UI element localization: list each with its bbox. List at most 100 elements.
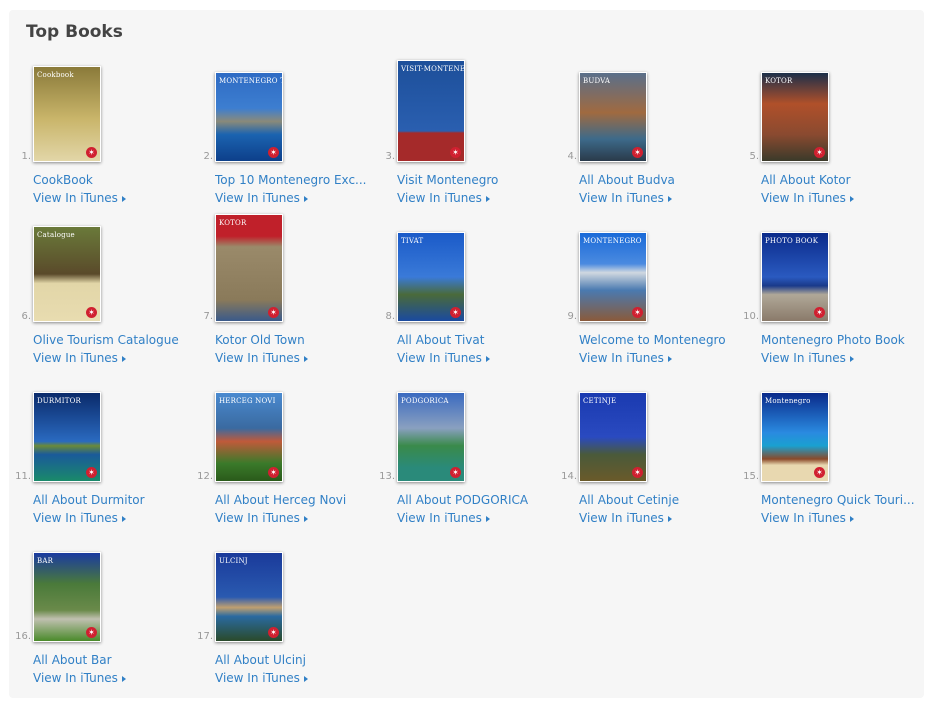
book-cover[interactable]: Montenegro ✶ (761, 392, 829, 482)
book-title-link[interactable]: All About Durmitor (33, 493, 215, 507)
view-in-itunes-link[interactable]: View In iTunes (33, 351, 126, 365)
view-in-itunes-link[interactable]: View In iTunes (33, 511, 126, 525)
book-title-link[interactable]: All About Tivat (397, 333, 579, 347)
view-in-itunes-link[interactable]: View In iTunes (215, 191, 308, 205)
cover-title: Montenegro (765, 397, 811, 405)
view-in-itunes-link[interactable]: View In iTunes (397, 351, 490, 365)
arrow-right-icon (667, 355, 672, 362)
book-cover[interactable]: BAR ✶ (33, 552, 101, 642)
book-item[interactable]: 3.VISIT-MONTENEGRO✶Visit MontenegroView … (373, 57, 555, 207)
artwork-row: 10. PHOTO BOOK ✶ (737, 222, 919, 322)
book-title-link[interactable]: Visit Montenegro (397, 173, 579, 187)
artwork-row: 13. PODGORICA ✶ (373, 382, 555, 482)
view-in-itunes-link[interactable]: View In iTunes (761, 511, 854, 525)
view-in-itunes-label: View In iTunes (33, 671, 118, 685)
artwork-row: 16. BAR ✶ (9, 542, 191, 642)
book-title-link[interactable]: CookBook (33, 173, 215, 187)
book-title-link[interactable]: Top 10 Montenegro Exc... (215, 173, 397, 187)
view-in-itunes-link[interactable]: View In iTunes (33, 671, 126, 685)
book-item[interactable]: 4. BUDVA ✶ All About Budva View In iTunes (555, 57, 737, 207)
star-logo-icon: ✶ (632, 147, 643, 158)
book-item[interactable]: 14. CETINJE ✶ All About Cetinje View In iTun… (555, 377, 737, 527)
view-in-itunes-link[interactable]: View In iTunes (579, 351, 672, 365)
book-item[interactable]: 11. DURMITOR ✶ All About Durmitor View In iT… (9, 377, 191, 527)
book-item[interactable]: 1. Cookbook ✶ CookBook View In iTunes (9, 57, 191, 207)
view-in-itunes-label: View In iTunes (761, 191, 846, 205)
book-cover[interactable]: PODGORICA ✶ (397, 392, 465, 482)
star-logo-icon: ✶ (268, 627, 279, 638)
view-in-itunes-link[interactable]: View In iTunes (761, 191, 854, 205)
book-item[interactable]: 9. MONTENEGRO ✶ Welcome to Montenegro View I… (555, 217, 737, 367)
view-in-itunes-link[interactable]: View In iTunes (761, 351, 854, 365)
book-item[interactable]: 5. KOTOR ✶ All About Kotor View In iTunes (737, 57, 919, 207)
section-title: Top Books (26, 22, 123, 42)
view-in-itunes-link[interactable]: View In iTunes (215, 351, 308, 365)
book-title-link[interactable]: All About Bar (33, 653, 215, 667)
star-logo-icon: ✶ (268, 307, 279, 318)
book-title-link[interactable]: Olive Tourism Catalogue (33, 333, 215, 347)
cover-title: TIVAT (401, 237, 424, 245)
book-cover[interactable]: VISIT-MONTENEGRO ✶ (397, 60, 465, 162)
book-cover[interactable]: CETINJE ✶ (579, 392, 647, 482)
book-item[interactable]: 15. Montenegro ✶ Montenegro Quick Touri... V… (737, 377, 919, 527)
view-in-itunes-link[interactable]: View In iTunes (33, 191, 126, 205)
book-item[interactable]: 8. TIVAT ✶ All About Tivat View In iTunes (373, 217, 555, 367)
book-item[interactable]: 16. BAR ✶ All About Bar View In iTunes (9, 537, 191, 687)
book-cover[interactable]: Cookbook ✶ (33, 66, 101, 162)
book-title-link[interactable]: Montenegro Quick Touri... (761, 493, 934, 507)
star-logo-icon: ✶ (814, 147, 825, 158)
book-item[interactable]: 7. KOTOR ✶ Kotor Old Town View In iTunes (191, 214, 373, 367)
book-cover[interactable]: PHOTO BOOK ✶ (761, 232, 829, 322)
artwork-row: 5. KOTOR ✶ (737, 62, 919, 162)
star-logo-icon: ✶ (268, 147, 279, 158)
view-in-itunes-link[interactable]: View In iTunes (215, 671, 308, 685)
view-in-itunes-link[interactable]: View In iTunes (579, 191, 672, 205)
rank-number: 13. (379, 471, 395, 482)
book-item[interactable]: 6. Catalogue ✶ Olive Tourism Catalogue View … (9, 217, 191, 367)
book-title-link[interactable]: All About Cetinje (579, 493, 761, 507)
artwork-row: 8. TIVAT ✶ (373, 222, 555, 322)
book-item[interactable]: 13. PODGORICA ✶ All About PODGORICA View In … (373, 377, 555, 527)
book-item[interactable]: 2.MONTENEGRO Top 10 Excursions✶Top 10 Mo… (191, 57, 373, 207)
arrow-right-icon (485, 515, 490, 522)
book-cover[interactable]: TIVAT ✶ (397, 232, 465, 322)
book-cover[interactable]: BUDVA ✶ (579, 72, 647, 162)
cover-title: BUDVA (583, 77, 611, 85)
book-cover[interactable]: MONTENEGRO Top 10 Excursions ✶ (215, 72, 283, 162)
book-cover[interactable]: HERCEG NOVI ✶ (215, 392, 283, 482)
book-cover[interactable]: MONTENEGRO ✶ (579, 232, 647, 322)
book-cover[interactable]: ULCINJ ✶ (215, 552, 283, 642)
book-title-link[interactable]: Kotor Old Town (215, 333, 397, 347)
book-title-link[interactable]: All About Budva (579, 173, 761, 187)
book-cover[interactable]: Catalogue ✶ (33, 226, 101, 322)
view-in-itunes-link[interactable]: View In iTunes (215, 511, 308, 525)
cover-title: KOTOR (219, 219, 247, 227)
book-title-link[interactable]: All About PODGORICA (397, 493, 579, 507)
view-in-itunes-link[interactable]: View In iTunes (579, 511, 672, 525)
book-cover[interactable]: DURMITOR ✶ (33, 392, 101, 482)
star-logo-icon: ✶ (450, 467, 461, 478)
book-title-link[interactable]: All About Kotor (761, 173, 934, 187)
rank-number: 11. (15, 471, 31, 482)
view-in-itunes-label: View In iTunes (33, 351, 118, 365)
artwork-row: 9. MONTENEGRO ✶ (555, 222, 737, 322)
book-title-link[interactable]: All About Ulcinj (215, 653, 397, 667)
arrow-right-icon (121, 195, 126, 202)
book-title-link[interactable]: Montenegro Photo Book (761, 333, 934, 347)
view-in-itunes-link[interactable]: View In iTunes (397, 191, 490, 205)
cover-title: PHOTO BOOK (765, 237, 819, 245)
top-books-panel: Top Books 1. Cookbook ✶ CookBook View In iTu… (9, 10, 924, 698)
book-title-link[interactable]: All About Herceg Novi (215, 493, 397, 507)
rank-number: 3. (385, 151, 395, 162)
view-in-itunes-label: View In iTunes (761, 511, 846, 525)
star-logo-icon: ✶ (86, 147, 97, 158)
book-cover[interactable]: KOTOR ✶ (761, 72, 829, 162)
book-item[interactable]: 12. HERCEG NOVI ✶ All About Herceg Novi View… (191, 377, 373, 527)
book-item[interactable]: 17. ULCINJ ✶ All About Ulcinj View In iTunes (191, 537, 373, 687)
view-in-itunes-link[interactable]: View In iTunes (397, 511, 490, 525)
book-item[interactable]: 10. PHOTO BOOK ✶ Montenegro Photo Book View … (737, 217, 919, 367)
cover-title: MONTENEGRO Top 10 Excursions (219, 77, 282, 85)
book-cover[interactable]: KOTOR ✶ (215, 214, 283, 322)
star-logo-icon: ✶ (86, 627, 97, 638)
book-title-link[interactable]: Welcome to Montenegro (579, 333, 761, 347)
